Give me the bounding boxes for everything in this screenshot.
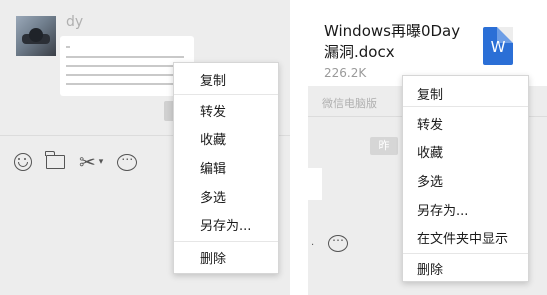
menu-separator bbox=[403, 253, 528, 254]
menu-item-save-as[interactable]: 另存为... bbox=[200, 215, 251, 234]
word-icon-letter: W bbox=[490, 38, 506, 56]
sender-name: dy bbox=[66, 14, 84, 30]
menu-item-favorite[interactable]: 收藏 bbox=[417, 142, 443, 161]
menu-item-save-as[interactable]: 另存为... bbox=[417, 200, 468, 219]
avatar-drone-body bbox=[29, 28, 43, 42]
menu-item-delete[interactable]: 删除 bbox=[417, 259, 443, 278]
stray-mark: · bbox=[311, 240, 315, 251]
message-text-line bbox=[66, 46, 70, 48]
message-text-line bbox=[66, 65, 186, 67]
file-name: Windows再曝0Day漏洞.docx bbox=[324, 22, 461, 61]
avatar[interactable] bbox=[16, 16, 56, 56]
menu-item-show-in-folder[interactable]: 在文件夹中显示 bbox=[417, 228, 508, 247]
chevron-down-icon[interactable]: ▾ bbox=[99, 157, 104, 167]
smile-icon[interactable] bbox=[14, 153, 32, 171]
menu-item-forward[interactable]: 转发 bbox=[417, 114, 443, 133]
menu-item-forward[interactable]: 转发 bbox=[200, 101, 226, 120]
input-area[interactable] bbox=[308, 168, 322, 200]
file-size: 226.2K bbox=[324, 66, 367, 80]
file-message-card[interactable]: Windows再曝0Day漏洞.docx 226.2K W bbox=[308, 0, 547, 86]
menu-separator bbox=[403, 106, 528, 107]
time-tag: 昨 bbox=[370, 137, 398, 155]
chat-bubble-icon[interactable] bbox=[117, 149, 138, 171]
menu-item-copy[interactable]: 复制 bbox=[417, 84, 443, 103]
scissors-icon[interactable]: ✂ bbox=[79, 152, 96, 172]
message-text-line bbox=[66, 83, 176, 85]
folder-icon[interactable] bbox=[45, 151, 65, 169]
message-text-line bbox=[66, 74, 182, 76]
menu-item-copy[interactable]: 复制 bbox=[200, 70, 226, 89]
word-document-icon: W bbox=[483, 27, 513, 65]
context-menu-left: 复制 转发 收藏 编辑 多选 另存为... 删除 bbox=[173, 62, 279, 274]
chat-bubble-icon[interactable] bbox=[328, 230, 348, 252]
menu-item-edit[interactable]: 编辑 bbox=[200, 158, 226, 177]
menu-separator bbox=[174, 94, 278, 95]
input-toolbar: ✂ ▾ bbox=[14, 149, 138, 174]
menu-separator bbox=[174, 241, 278, 242]
menu-item-multiselect[interactable]: 多选 bbox=[417, 171, 443, 190]
menu-item-delete[interactable]: 删除 bbox=[200, 248, 226, 267]
context-menu-right: 复制 转发 收藏 多选 另存为... 在文件夹中显示 删除 bbox=[402, 75, 529, 282]
menu-item-favorite[interactable]: 收藏 bbox=[200, 129, 226, 148]
menu-item-multiselect[interactable]: 多选 bbox=[200, 187, 226, 206]
message-text-line bbox=[66, 56, 184, 58]
file-source-label: 微信电脑版 bbox=[322, 97, 377, 110]
